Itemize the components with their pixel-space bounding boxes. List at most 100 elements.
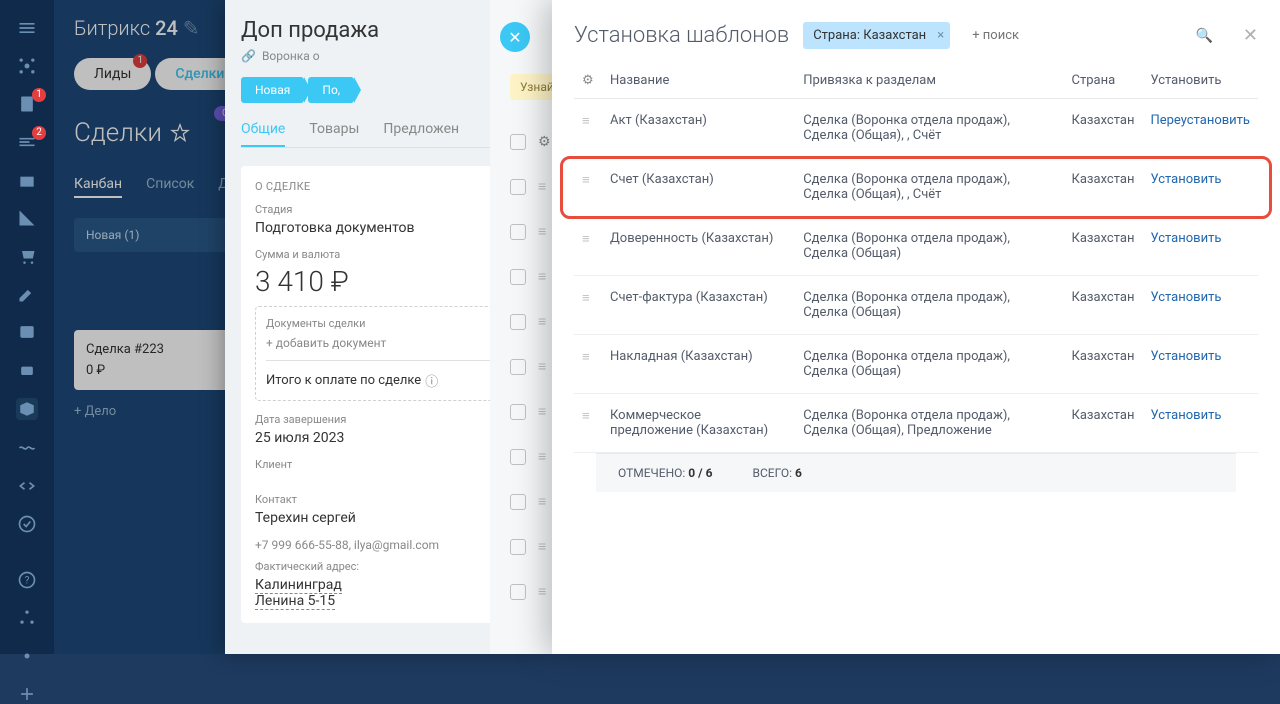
checkbox[interactable] — [510, 314, 526, 330]
svg-text:?: ? — [25, 575, 30, 586]
edit-icon[interactable] — [16, 284, 38, 304]
contact-name[interactable]: Терехин сергей — [255, 510, 515, 526]
row-binding: Сделка (Воронка отдела продаж), Сделка (… — [795, 99, 1063, 158]
row-name: Счет-фактура (Казахстан) — [602, 276, 795, 335]
deal-documents: Документы сделки + добавить документ Ито… — [255, 306, 515, 401]
row-binding: Сделка (Воронка отдела продаж), Сделка (… — [795, 394, 1063, 453]
row-handle[interactable]: ≡ — [574, 158, 602, 217]
sitemap-icon[interactable] — [16, 608, 38, 628]
close-button[interactable]: ✕ — [500, 22, 530, 52]
stage-pill-1[interactable]: Новая — [241, 77, 304, 103]
table-row[interactable]: ≡Счет (Казахстан)Сделка (Воронка отдела … — [574, 158, 1258, 217]
info-icon[interactable]: ⓘ — [425, 371, 438, 390]
add-document-link[interactable]: + добавить документ — [266, 336, 504, 350]
row-action[interactable]: Переустановить — [1142, 99, 1258, 158]
col-country[interactable]: Страна — [1064, 63, 1143, 99]
drag-icon[interactable]: ≡ — [538, 403, 546, 420]
box-icon[interactable] — [16, 398, 38, 420]
modal-title: Установка шаблонов — [574, 23, 789, 48]
doc-icon[interactable]: 1 — [16, 94, 38, 114]
address-street[interactable]: Ленина 5-15 — [255, 593, 335, 610]
stage-pill-2[interactable]: По, — [308, 77, 354, 103]
row-handle[interactable]: ≡ — [574, 99, 602, 158]
row-name: Доверенность (Казахстан) — [602, 217, 795, 276]
drag-icon[interactable]: ≡ — [538, 313, 546, 330]
row-action[interactable]: Установить — [1142, 394, 1258, 453]
table-row[interactable]: ≡Накладная (Казахстан)Сделка (Воронка от… — [574, 335, 1258, 394]
check-circle-icon[interactable] — [16, 514, 38, 534]
drag-icon[interactable]: ≡ — [538, 448, 546, 465]
checkbox[interactable] — [510, 134, 526, 150]
drag-icon[interactable]: ≡ — [538, 493, 546, 510]
detail-tab-general[interactable]: Общие — [241, 121, 285, 147]
checkbox[interactable] — [510, 494, 526, 510]
col-install[interactable]: Установить — [1142, 63, 1258, 99]
table-row[interactable]: ≡Доверенность (Казахстан)Сделка (Воронка… — [574, 217, 1258, 276]
modal-close-icon[interactable]: ✕ — [1243, 25, 1258, 46]
deal-breadcrumb[interactable]: 🔗Воронка о — [241, 49, 529, 63]
search-icon[interactable]: 🔍 — [1195, 28, 1212, 44]
wave-icon[interactable] — [16, 438, 38, 458]
checkbox[interactable] — [510, 539, 526, 555]
chart-icon[interactable] — [16, 208, 38, 228]
row-action[interactable]: Установить — [1142, 335, 1258, 394]
search-wrap: 🔍 — [964, 24, 1221, 48]
network-icon[interactable] — [16, 56, 38, 76]
row-handle[interactable]: ≡ — [574, 217, 602, 276]
row-country: Казахстан — [1064, 394, 1143, 453]
cart-icon[interactable] — [16, 246, 38, 266]
drag-icon[interactable]: ≡ — [538, 268, 546, 285]
settings-icon[interactable] — [16, 646, 38, 666]
checkbox[interactable] — [510, 224, 526, 240]
gear-icon[interactable]: ⚙ — [582, 73, 594, 88]
chip-remove-icon[interactable]: × — [937, 28, 944, 43]
drag-icon[interactable]: ≡ — [538, 178, 546, 195]
about-section: О СДЕЛКЕ Стадия Подготовка документов Су… — [241, 166, 529, 623]
row-handle[interactable]: ≡ — [574, 276, 602, 335]
search-input[interactable] — [972, 28, 1195, 43]
row-binding: Сделка (Воронка отдела продаж), Сделка (… — [795, 217, 1063, 276]
detail-tab-products[interactable]: Товары — [309, 121, 359, 147]
checkbox[interactable] — [510, 179, 526, 195]
filter-chip[interactable]: Страна: Казахстан× — [803, 22, 950, 49]
help-icon[interactable]: ? — [16, 570, 38, 590]
col-binding[interactable]: Привязка к разделам — [795, 63, 1063, 99]
row-action[interactable]: Установить — [1142, 217, 1258, 276]
contact-phone[interactable]: +7 999 666-55-88, ilya@gmail.com — [255, 538, 515, 552]
row-name: Накладная (Казахстан) — [602, 335, 795, 394]
drag-icon[interactable]: ≡ — [538, 538, 546, 555]
deal-title: Доп продажа — [241, 18, 529, 43]
templates-modal: Установка шаблонов Страна: Казахстан× 🔍 … — [552, 0, 1280, 654]
row-name: Счет (Казахстан) — [602, 158, 795, 217]
col-name[interactable]: Название — [602, 63, 795, 99]
row-action[interactable]: Установить — [1142, 158, 1258, 217]
drag-icon[interactable]: ≡ — [538, 583, 546, 600]
table-footer: ОТМЕЧЕНО: 0 / 6 ВСЕГО: 6 — [596, 453, 1236, 492]
checkbox[interactable] — [510, 584, 526, 600]
checkbox[interactable] — [510, 449, 526, 465]
checkbox[interactable] — [510, 404, 526, 420]
menu-icon[interactable] — [16, 18, 38, 38]
drag-icon[interactable]: ≡ — [538, 223, 546, 240]
col-gear[interactable]: ⚙ — [574, 63, 602, 99]
gear-icon[interactable]: ⚙ — [538, 134, 551, 150]
lines-icon[interactable]: 2 — [16, 132, 38, 152]
row-handle[interactable]: ≡ — [574, 335, 602, 394]
contact-icon[interactable] — [16, 322, 38, 342]
plus-icon[interactable] — [16, 684, 38, 704]
address-city[interactable]: Калининград — [255, 577, 342, 594]
row-action[interactable]: Установить — [1142, 276, 1258, 335]
row-handle[interactable]: ≡ — [574, 394, 602, 453]
code-icon[interactable] — [16, 476, 38, 496]
building-icon[interactable] — [16, 170, 38, 190]
robot-icon[interactable] — [16, 360, 38, 380]
table-row[interactable]: ≡Коммерческое предложение (Казахстан)Сде… — [574, 394, 1258, 453]
row-country: Казахстан — [1064, 158, 1143, 217]
detail-tab-offers[interactable]: Предложен — [383, 121, 459, 147]
table-row[interactable]: ≡Акт (Казахстан)Сделка (Воронка отдела п… — [574, 99, 1258, 158]
drag-icon[interactable]: ≡ — [538, 358, 546, 375]
checkbox[interactable] — [510, 359, 526, 375]
table-row[interactable]: ≡Счет-фактура (Казахстан)Сделка (Воронка… — [574, 276, 1258, 335]
checkbox[interactable] — [510, 269, 526, 285]
templates-table-wrap: ⚙ Название Привязка к разделам Страна Ус… — [552, 63, 1280, 654]
